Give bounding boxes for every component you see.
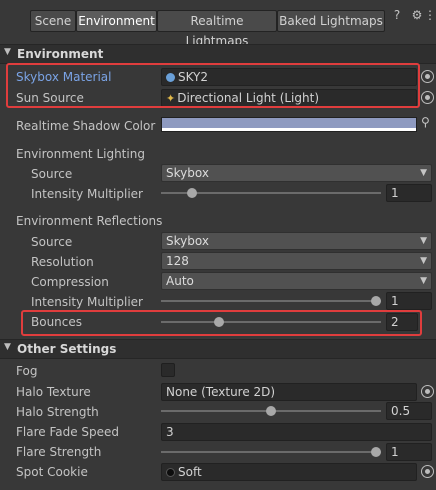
lighting-source-value: Skybox [166, 166, 209, 180]
halo-strength-label: Halo Strength [16, 405, 99, 419]
realtime-shadow-color-swatch[interactable] [161, 117, 417, 132]
spot-cookie-field[interactable]: Soft [161, 463, 417, 481]
environment-section-title: Environment [17, 47, 104, 61]
object-picker-icon[interactable] [421, 385, 434, 398]
flare-fade-speed-field[interactable]: 3 [161, 423, 432, 441]
spot-cookie-value: Soft [178, 465, 202, 479]
flare-strength-label: Flare Strength [16, 445, 102, 459]
halo-strength-thumb[interactable] [266, 406, 276, 416]
reflection-source-label: Source [31, 235, 73, 249]
chevron-down-icon: ▼ [420, 236, 427, 246]
lighting-source-dropdown[interactable]: Skybox ▼ [161, 164, 432, 182]
compression-label: Compression [31, 275, 109, 289]
compression-dropdown[interactable]: Auto ▼ [161, 272, 432, 290]
reflection-source-value: Skybox [166, 234, 209, 248]
highlight-box-bounces [21, 310, 422, 336]
spot-cookie-label: Spot Cookie [16, 465, 88, 479]
resolution-value: 128 [166, 254, 189, 268]
environment-lighting-label: Environment Lighting [16, 147, 145, 161]
compression-value: Auto [166, 274, 194, 288]
reflection-intensity-field[interactable]: 1 [386, 292, 432, 310]
lighting-intensity-field[interactable]: 1 [386, 184, 432, 202]
halo-strength-field[interactable]: 0.5 [386, 402, 432, 420]
object-picker-icon[interactable] [421, 91, 434, 104]
settings-icon[interactable]: ⚙ [410, 8, 424, 22]
tab-realtime-lightmaps[interactable]: Realtime Lightmaps [157, 10, 277, 48]
help-icon[interactable]: ? [390, 8, 404, 22]
flare-strength-field[interactable]: 1 [386, 443, 432, 461]
object-picker-icon[interactable] [421, 465, 434, 478]
foldout-arrow-icon: ▼ [4, 342, 11, 352]
other-settings-section-title: Other Settings [17, 342, 117, 356]
chevron-down-icon: ▼ [420, 168, 427, 178]
tab-scene[interactable]: Scene [30, 10, 76, 32]
object-picker-icon[interactable] [421, 70, 434, 83]
environment-section-header[interactable]: ▼ Environment [0, 44, 436, 64]
tab-baked-lightmaps[interactable]: Baked Lightmaps [277, 10, 385, 32]
realtime-shadow-color-label: Realtime Shadow Color [16, 119, 156, 133]
fog-label: Fog [16, 364, 38, 378]
chevron-down-icon: ▼ [420, 256, 427, 266]
halo-texture-label: Halo Texture [16, 385, 91, 399]
fog-checkbox[interactable] [161, 363, 175, 377]
foldout-arrow-icon: ▼ [4, 47, 11, 57]
halo-texture-field[interactable]: None (Texture 2D) [161, 383, 417, 401]
reflection-intensity-thumb[interactable] [371, 296, 381, 306]
environment-reflections-label: Environment Reflections [16, 214, 163, 228]
tab-environment[interactable]: Environment [76, 10, 157, 32]
flare-strength-track[interactable] [161, 451, 381, 453]
other-settings-section-header[interactable]: ▼ Other Settings [0, 339, 436, 359]
reflection-intensity-label: Intensity Multiplier [31, 295, 143, 309]
reflection-intensity-track[interactable] [161, 300, 381, 302]
reflection-source-dropdown[interactable]: Skybox ▼ [161, 232, 432, 250]
lighting-intensity-label: Intensity Multiplier [31, 187, 143, 201]
texture-icon [166, 468, 175, 477]
highlight-box-sky-sun [6, 63, 420, 108]
chevron-down-icon: ▼ [420, 276, 427, 286]
tab-bar: Scene Environment Realtime Lightmaps Bak… [0, 0, 436, 48]
flare-fade-speed-label: Flare Fade Speed [16, 425, 120, 439]
alpha-bar [162, 128, 416, 131]
resolution-dropdown[interactable]: 128 ▼ [161, 252, 432, 270]
resolution-label: Resolution [31, 255, 94, 269]
eyedropper-icon[interactable]: ⚲ [421, 115, 430, 129]
lighting-source-label: Source [31, 167, 73, 181]
flare-strength-thumb[interactable] [371, 447, 381, 457]
lighting-intensity-thumb[interactable] [187, 188, 198, 198]
more-icon[interactable]: ⋮ [424, 8, 436, 22]
